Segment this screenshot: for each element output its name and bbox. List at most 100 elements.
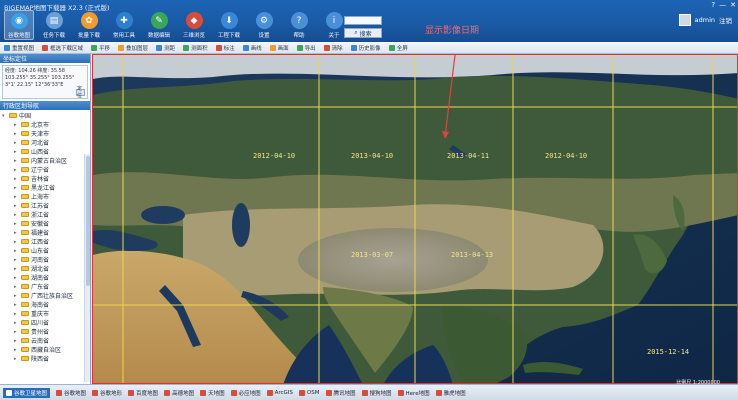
expand-icon[interactable]: ▸	[14, 140, 19, 146]
source-tab-google-terrain[interactable]: 谷歌地形	[92, 389, 122, 397]
ribbon-button-3d-view[interactable]: ◆ 三维浏览	[179, 10, 209, 40]
expand-icon[interactable]: ▸	[14, 131, 19, 137]
toolbar-history-button[interactable]: 历史影像	[350, 44, 381, 52]
collapse-icon[interactable]: ▾	[2, 113, 7, 119]
expand-icon[interactable]: ▸	[14, 248, 19, 254]
coord-go-button[interactable]: 定位	[76, 86, 85, 99]
tree-item[interactable]: ▸ 山西省	[2, 147, 88, 157]
map-view[interactable]: 2012-04-10 2013-04-10 2013-04-11 2012-04…	[92, 54, 738, 384]
source-tab-google-satellite[interactable]: 谷歌卫星地图	[3, 387, 51, 398]
tree-item[interactable]: ▸ 陕西省	[2, 354, 88, 364]
tree-item[interactable]: ▸ 天津市	[2, 129, 88, 139]
expand-icon[interactable]: ▸	[14, 302, 19, 308]
expand-icon[interactable]: ▸	[14, 320, 19, 326]
minimize-icon[interactable]: —	[719, 1, 726, 9]
toolbar-draw-polygon-button[interactable]: 画面	[269, 44, 289, 52]
toolbar-pan-button[interactable]: 平移	[91, 44, 110, 52]
tree-item[interactable]: ▸ 海南省	[2, 300, 88, 310]
logout-link[interactable]: 注销	[719, 15, 732, 25]
expand-icon[interactable]: ▸	[14, 203, 19, 209]
tree-item[interactable]: ▸ 云南省	[2, 336, 88, 346]
tree-item[interactable]: ▸ 江西省	[2, 237, 88, 247]
expand-icon[interactable]: ▸	[14, 347, 19, 353]
tree-item[interactable]: ▸ 四川省	[2, 318, 88, 328]
scrollbar-thumb[interactable]	[86, 156, 90, 286]
left-scrollbar[interactable]	[84, 154, 90, 382]
ribbon-button-data-edit[interactable]: ✎ 数据编辑	[144, 10, 174, 40]
source-tab-tianditu[interactable]: 天地图	[200, 389, 225, 397]
expand-icon[interactable]: ▸	[14, 158, 19, 164]
expand-icon[interactable]: ▸	[14, 230, 19, 236]
expand-icon[interactable]: ▸	[14, 122, 19, 128]
tree-item[interactable]: ▸ 重庆市	[2, 309, 88, 319]
avatar[interactable]	[678, 14, 691, 26]
expand-icon[interactable]: ▸	[14, 221, 19, 227]
tree-item[interactable]: ▸ 江苏省	[2, 201, 88, 211]
toolbar-select-area-button[interactable]: 框选下载区域	[42, 44, 83, 52]
tree-item[interactable]: ▸ 上海市	[2, 192, 88, 202]
toolbar-ruler-button[interactable]: 测距	[156, 44, 175, 52]
toolbar-clear-button[interactable]: 清除	[323, 44, 343, 52]
tree-item[interactable]: ▸ 河南省	[2, 255, 88, 265]
coord-box[interactable]: 经度: 104.26 纬度: 35.58 103.255° 35.255° 10…	[2, 65, 88, 99]
ribbon-button-project-download[interactable]: ⬇ 工程下载	[214, 10, 244, 40]
toolbar-reset-view-button[interactable]: 重置视图	[4, 44, 34, 52]
ribbon-button-settings[interactable]: ⚙ 设置	[249, 10, 279, 40]
toolbar-layer-overlay-button[interactable]: 叠加图层	[118, 44, 148, 52]
close-icon[interactable]: ✕	[730, 1, 736, 9]
expand-icon[interactable]: ▸	[14, 149, 19, 155]
tree-item[interactable]: ▸ 西藏自治区	[2, 345, 88, 355]
ribbon-button-task-download[interactable]: ▤ 任务下载	[39, 10, 69, 40]
help-icon[interactable]: ?	[711, 1, 715, 9]
source-tab-gaode-map[interactable]: 高德地图	[164, 389, 194, 397]
tree-item[interactable]: ▸ 辽宁省	[2, 165, 88, 175]
tree-item[interactable]: ▸ 湖北省	[2, 264, 88, 274]
source-tab-arcgis[interactable]: ArcGIS	[266, 389, 293, 396]
expand-icon[interactable]: ▸	[14, 284, 19, 290]
tree-item[interactable]: ▸ 福建省	[2, 228, 88, 238]
expand-icon[interactable]: ▸	[14, 185, 19, 191]
expand-icon[interactable]: ▸	[14, 293, 19, 299]
expand-icon[interactable]: ▸	[14, 194, 19, 200]
source-tab-bing-map[interactable]: 必应地图	[230, 389, 261, 397]
toolbar-mark-button[interactable]: 标注	[215, 44, 235, 52]
tree-item[interactable]: ▸ 内蒙古自治区	[2, 156, 88, 166]
tree-item[interactable]: ▸ 安徽省	[2, 219, 88, 229]
tree-item[interactable]: ▸ 贵州省	[2, 327, 88, 337]
toolbar-area-button[interactable]: 测面积	[183, 44, 208, 52]
tree-item[interactable]: ▸ 吉林省	[2, 174, 88, 184]
tree-item[interactable]: ▸ 黑龙江省	[2, 183, 88, 193]
source-tab-baidu-map[interactable]: 百度地图	[128, 389, 158, 397]
toolbar-fullscreen-button[interactable]: 全屏	[388, 44, 408, 52]
tree-item[interactable]: ▸ 浙江省	[2, 210, 88, 220]
source-tab-here-map[interactable]: Here地图	[397, 389, 430, 397]
expand-icon[interactable]: ▸	[14, 266, 19, 272]
expand-icon[interactable]: ▸	[14, 239, 19, 245]
expand-icon[interactable]: ▸	[14, 311, 19, 317]
tree-root[interactable]: ▾ 中国	[2, 111, 88, 121]
search-input[interactable]	[344, 16, 382, 25]
ribbon-button-help[interactable]: ? 帮助	[284, 10, 314, 40]
tree-item[interactable]: ▸ 广西壮族自治区	[2, 291, 88, 301]
source-tab-osm[interactable]: OSM	[298, 389, 320, 396]
ribbon-button-google-earth[interactable]: ◉ 谷歌地图	[4, 10, 34, 40]
source-tab-google-map[interactable]: 谷歌地图	[56, 389, 86, 397]
toolbar-export-button[interactable]: 导出	[296, 44, 316, 52]
source-tab-yahoo-map[interactable]: 雅虎地图	[435, 389, 466, 397]
expand-icon[interactable]: ▸	[14, 167, 19, 173]
source-tab-tencent-map[interactable]: 腾讯地图	[325, 389, 356, 397]
tree-item[interactable]: ▸ 山东省	[2, 246, 88, 256]
expand-icon[interactable]: ▸	[14, 338, 19, 344]
tree-item[interactable]: ▸ 北京市	[2, 120, 88, 130]
tree-item[interactable]: ▸ 河北省	[2, 138, 88, 148]
source-tab-sougou-map[interactable]: 搜狗地图	[361, 389, 392, 397]
tree-item[interactable]: ▸ 湖南省	[2, 273, 88, 283]
search-button[interactable]: ⌕ 搜索	[344, 28, 382, 38]
expand-icon[interactable]: ▸	[14, 356, 19, 362]
expand-icon[interactable]: ▸	[14, 176, 19, 182]
expand-icon[interactable]: ▸	[14, 212, 19, 218]
ribbon-button-tools[interactable]: ✚ 常用工具	[109, 10, 139, 40]
ribbon-button-batch-download[interactable]: ✿ 批量下载	[74, 10, 104, 40]
tree-item[interactable]: ▸ 广东省	[2, 282, 88, 292]
expand-icon[interactable]: ▸	[14, 329, 19, 335]
